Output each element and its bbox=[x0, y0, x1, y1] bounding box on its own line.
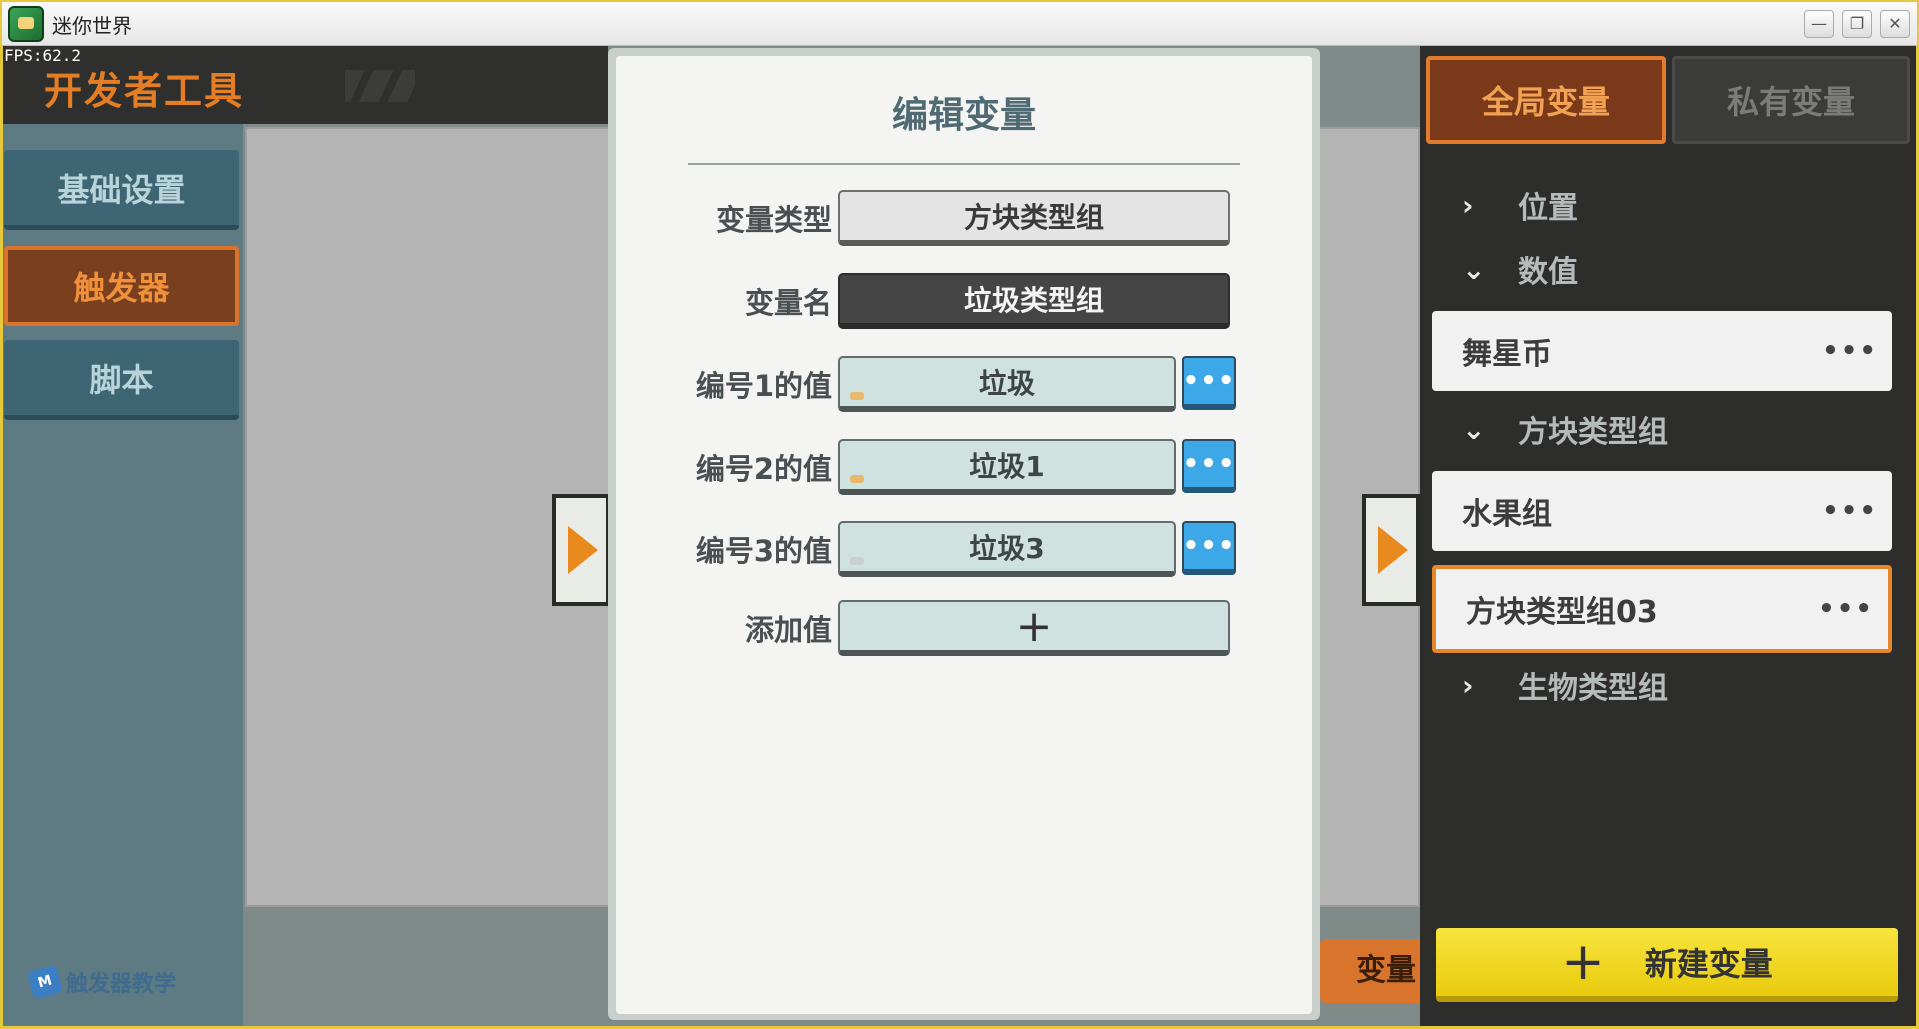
value-3-field[interactable]: 垃圾3 bbox=[838, 521, 1176, 577]
tab-private-variables[interactable]: 私有变量 bbox=[1672, 56, 1910, 144]
value-3-label: 编号3的值 bbox=[695, 534, 832, 568]
group-numeric[interactable]: ⌄ 数值 bbox=[1462, 244, 1578, 294]
chevron-down-icon: ⌄ bbox=[1462, 252, 1486, 286]
header-stripes-decoration bbox=[345, 70, 415, 102]
new-variable-button[interactable]: + 新建变量 bbox=[1436, 928, 1898, 1002]
edit-variable-dialog: 编辑变量 变量类型 方块类型组 变量名 垃圾类型组 编号1的值 垃圾 ••• 编… bbox=[608, 48, 1320, 1020]
chevron-down-icon: ⌄ bbox=[1462, 412, 1486, 446]
group-label: 位置 bbox=[1518, 191, 1578, 226]
value-1-more-button[interactable]: ••• bbox=[1182, 356, 1236, 410]
sidebar-item-triggers[interactable]: 触发器 bbox=[4, 246, 239, 326]
add-value-label: 添加值 bbox=[744, 613, 832, 647]
value-1-label: 编号1的值 bbox=[695, 369, 832, 403]
variable-name-label: 变量名 bbox=[744, 286, 832, 320]
variable-item-selected[interactable]: 方块类型组03 ••• bbox=[1432, 565, 1892, 653]
title-divider bbox=[688, 163, 1240, 165]
expand-left-panel-button[interactable] bbox=[552, 494, 610, 606]
expand-right-panel-button[interactable] bbox=[1362, 494, 1420, 606]
variable-name: 水果组 bbox=[1462, 497, 1552, 532]
block-thumbnail-icon bbox=[850, 392, 864, 400]
value-2-label: 编号2的值 bbox=[695, 452, 832, 486]
variable-name: 方块类型组03 bbox=[1466, 595, 1658, 630]
window-title: 迷你世界 bbox=[52, 14, 132, 38]
fps-counter: FPS:62.2 bbox=[4, 46, 82, 65]
group-position[interactable]: › 位置 bbox=[1462, 180, 1578, 230]
value-2-text: 垃圾1 bbox=[969, 450, 1045, 483]
block-thumbnail-icon bbox=[850, 557, 864, 565]
close-button[interactable]: ✕ bbox=[1880, 10, 1910, 38]
variable-type-select[interactable]: 方块类型组 bbox=[838, 190, 1230, 246]
variable-item[interactable]: 水果组 ••• bbox=[1432, 471, 1892, 551]
play-arrow-icon bbox=[568, 526, 598, 574]
tab-global-variables[interactable]: 全局变量 bbox=[1426, 56, 1666, 144]
dialog-title: 编辑变量 bbox=[891, 95, 1036, 136]
page-title: 开发者工具 bbox=[44, 69, 245, 113]
plus-icon: + bbox=[1015, 600, 1053, 652]
value-2-more-button[interactable]: ••• bbox=[1182, 439, 1236, 493]
dialog-body: 编辑变量 变量类型 方块类型组 变量名 垃圾类型组 编号1的值 垃圾 ••• 编… bbox=[616, 56, 1312, 1014]
value-3-more-button[interactable]: ••• bbox=[1182, 521, 1236, 575]
more-options-icon[interactable]: ••• bbox=[1822, 496, 1878, 526]
plus-icon: + bbox=[1561, 932, 1605, 992]
add-value-button[interactable]: + bbox=[838, 600, 1230, 656]
group-label: 方块类型组 bbox=[1518, 415, 1668, 450]
tutorial-label: 触发器教学 bbox=[66, 972, 177, 997]
tutorial-book-icon: M bbox=[26, 964, 64, 1000]
value-1-field[interactable]: 垃圾 bbox=[838, 356, 1176, 412]
chevron-right-icon: › bbox=[1462, 188, 1474, 222]
minimize-button[interactable]: — bbox=[1804, 10, 1834, 38]
window-title-bar: 迷你世界 — ❐ ✕ bbox=[0, 0, 1919, 46]
value-3-text: 垃圾3 bbox=[969, 532, 1045, 565]
variable-type-label: 变量类型 bbox=[715, 203, 832, 237]
more-options-icon[interactable]: ••• bbox=[1822, 336, 1878, 366]
restore-button[interactable]: ❐ bbox=[1842, 10, 1872, 38]
play-arrow-icon bbox=[1378, 526, 1408, 574]
variable-name-input[interactable]: 垃圾类型组 bbox=[838, 273, 1230, 329]
sidebar-item-scripts[interactable]: 脚本 bbox=[4, 340, 239, 420]
block-thumbnail-icon bbox=[850, 475, 864, 483]
value-1-text: 垃圾 bbox=[978, 367, 1035, 400]
group-label: 数值 bbox=[1518, 255, 1578, 290]
chevron-right-icon: › bbox=[1462, 668, 1474, 702]
variables-tab[interactable]: 变量 bbox=[1320, 939, 1420, 1003]
variable-item[interactable]: 舞星币 ••• bbox=[1432, 311, 1892, 391]
group-label: 生物类型组 bbox=[1518, 671, 1668, 706]
new-variable-label: 新建变量 bbox=[1644, 945, 1773, 983]
more-options-icon[interactable]: ••• bbox=[1818, 594, 1874, 624]
app-logo-icon bbox=[8, 6, 44, 42]
group-creature-type[interactable]: › 生物类型组 bbox=[1462, 660, 1668, 710]
trigger-tutorial-link[interactable]: M 触发器教学 bbox=[26, 964, 177, 1000]
group-block-type[interactable]: ⌄ 方块类型组 bbox=[1462, 404, 1668, 454]
sidebar-item-basic-settings[interactable]: 基础设置 bbox=[4, 150, 239, 230]
value-2-field[interactable]: 垃圾1 bbox=[838, 439, 1176, 495]
variable-name: 舞星币 bbox=[1462, 337, 1552, 372]
